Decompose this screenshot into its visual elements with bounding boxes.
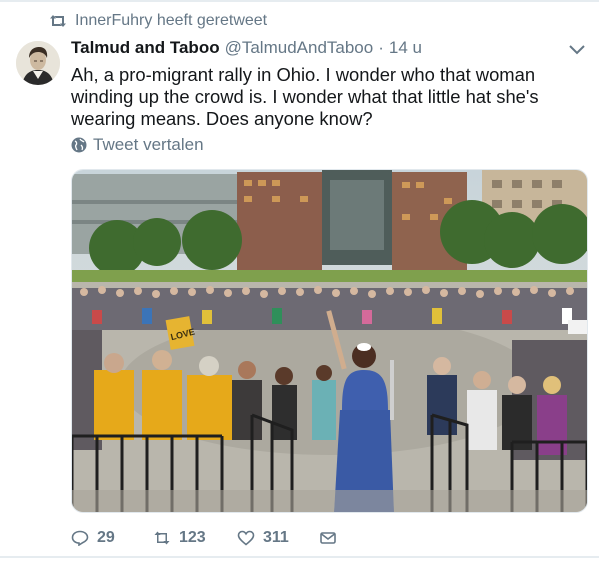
bottom-divider [0, 556, 599, 558]
rally-photo: LOVE [72, 170, 587, 512]
direct-message-button[interactable] [319, 530, 337, 546]
portrait-avatar [16, 41, 60, 85]
reply-button[interactable]: 29 [71, 529, 153, 547]
tweet-photo[interactable]: LOVE [71, 169, 588, 513]
retweet-icon [50, 15, 66, 27]
envelope-icon [320, 532, 336, 544]
like-button[interactable]: 311 [237, 529, 319, 547]
chevron-down-icon[interactable] [568, 43, 586, 57]
tweet-header: Talmud and Taboo @TalmudAndTaboo · 14 u [71, 38, 422, 58]
reply-icon [71, 530, 89, 546]
translate-tweet-link[interactable]: Tweet vertalen [71, 135, 204, 155]
translate-label: Tweet vertalen [93, 135, 204, 154]
retweet-context[interactable]: InnerFuhry heeft geretweet [49, 10, 267, 32]
author-handle[interactable]: @TalmudAndTaboo [225, 38, 374, 58]
heart-icon [237, 530, 255, 546]
retweet-context-text: InnerFuhry heeft geretweet [75, 12, 268, 29]
tweet-timestamp[interactable]: 14 u [389, 38, 422, 58]
top-divider [0, 0, 599, 2]
retweet-count: 123 [179, 529, 206, 546]
avatar[interactable] [16, 41, 60, 85]
separator-dot: · [378, 38, 384, 57]
reply-count: 29 [97, 529, 115, 546]
tweet-text: Ah, a pro-migrant rally in Ohio. I wonde… [71, 64, 539, 129]
globe-icon [71, 137, 87, 153]
like-count: 311 [263, 529, 289, 546]
tweet-actions: 29 123 311 [71, 527, 337, 549]
retweet-icon [154, 531, 170, 545]
author-name[interactable]: Talmud and Taboo [71, 38, 220, 58]
retweet-button[interactable]: 123 [153, 529, 237, 547]
